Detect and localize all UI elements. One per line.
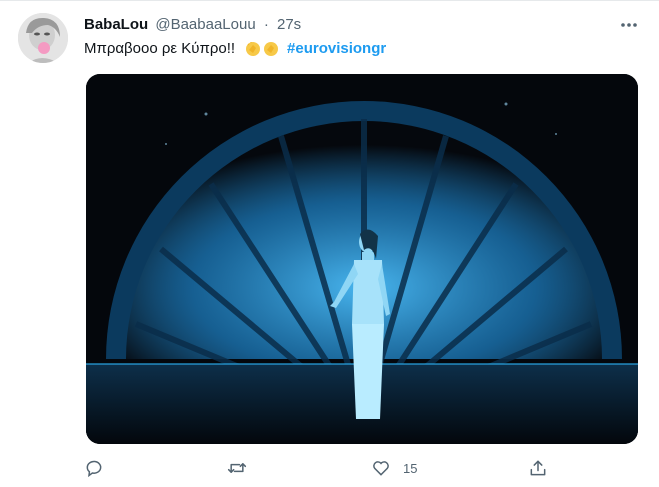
tweet-header: BabaLou @BaabaaLouu · 27s (84, 15, 301, 35)
more-dots-icon[interactable] (617, 13, 641, 37)
hashtag-link[interactable]: #eurovisiongr (287, 39, 386, 59)
tweet-text: Μπραβοοο ρε Κύπρο!! #eurovisiongr (84, 39, 386, 59)
tweet-timestamp[interactable]: 27s (277, 16, 301, 33)
like-count: 15 (403, 460, 418, 476)
like-button[interactable]: 15 (371, 456, 417, 480)
reply-icon[interactable] (84, 456, 104, 480)
heart-icon[interactable] (371, 458, 391, 478)
tweet-body: Μπραβοοο ρε Κύπρο!! (84, 40, 236, 57)
clapping-hands-icon (243, 41, 279, 57)
user-handle[interactable]: @BaabaaLouu (155, 16, 255, 33)
display-name[interactable]: BabaLou (84, 16, 148, 33)
retweet-icon[interactable] (226, 456, 248, 480)
separator-dot: · (263, 16, 269, 33)
stage-performance-image[interactable] (86, 74, 638, 444)
tweet-actions: 15 (84, 456, 554, 482)
avatar[interactable] (18, 13, 68, 63)
share-icon[interactable] (528, 456, 548, 480)
tweet[interactable]: BabaLou @BaabaaLouu · 27s Μπραβοοο ρε Κύ… (0, 0, 659, 487)
